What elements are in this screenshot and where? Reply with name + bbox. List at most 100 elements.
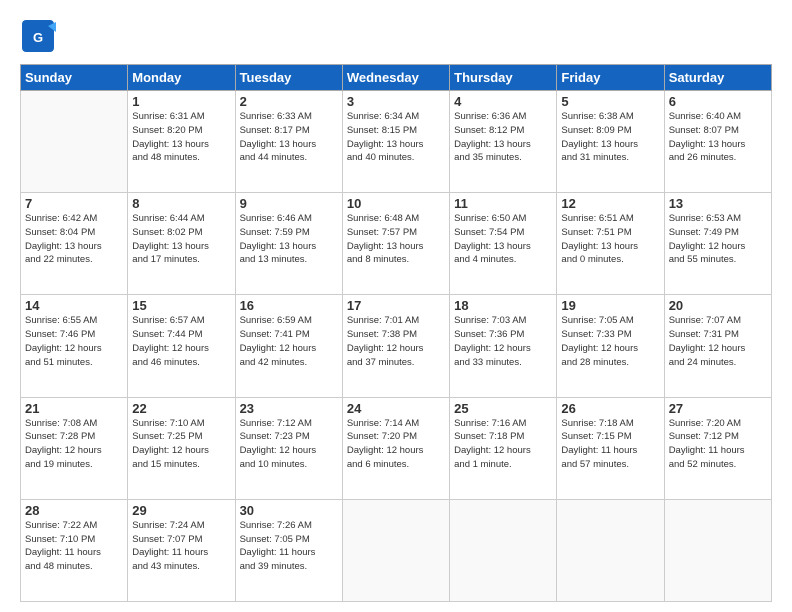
day-cell: 12Sunrise: 6:51 AM Sunset: 7:51 PM Dayli… <box>557 193 664 295</box>
day-number: 27 <box>669 401 767 416</box>
week-row-5: 28Sunrise: 7:22 AM Sunset: 7:10 PM Dayli… <box>21 499 772 601</box>
calendar: SundayMondayTuesdayWednesdayThursdayFrid… <box>20 64 772 602</box>
weekday-tuesday: Tuesday <box>235 65 342 91</box>
day-cell: 9Sunrise: 6:46 AM Sunset: 7:59 PM Daylig… <box>235 193 342 295</box>
week-row-1: 1Sunrise: 6:31 AM Sunset: 8:20 PM Daylig… <box>21 91 772 193</box>
day-cell: 18Sunrise: 7:03 AM Sunset: 7:36 PM Dayli… <box>450 295 557 397</box>
weekday-thursday: Thursday <box>450 65 557 91</box>
day-info: Sunrise: 7:14 AM Sunset: 7:20 PM Dayligh… <box>347 417 445 472</box>
day-number: 12 <box>561 196 659 211</box>
day-number: 3 <box>347 94 445 109</box>
day-info: Sunrise: 7:08 AM Sunset: 7:28 PM Dayligh… <box>25 417 123 472</box>
day-cell: 6Sunrise: 6:40 AM Sunset: 8:07 PM Daylig… <box>664 91 771 193</box>
day-number: 2 <box>240 94 338 109</box>
day-number: 17 <box>347 298 445 313</box>
day-number: 20 <box>669 298 767 313</box>
day-cell: 11Sunrise: 6:50 AM Sunset: 7:54 PM Dayli… <box>450 193 557 295</box>
day-info: Sunrise: 6:44 AM Sunset: 8:02 PM Dayligh… <box>132 212 230 267</box>
day-number: 21 <box>25 401 123 416</box>
day-info: Sunrise: 6:38 AM Sunset: 8:09 PM Dayligh… <box>561 110 659 165</box>
logo: G <box>20 18 60 54</box>
day-cell: 27Sunrise: 7:20 AM Sunset: 7:12 PM Dayli… <box>664 397 771 499</box>
weekday-saturday: Saturday <box>664 65 771 91</box>
day-cell: 1Sunrise: 6:31 AM Sunset: 8:20 PM Daylig… <box>128 91 235 193</box>
day-info: Sunrise: 6:34 AM Sunset: 8:15 PM Dayligh… <box>347 110 445 165</box>
day-number: 18 <box>454 298 552 313</box>
day-cell: 17Sunrise: 7:01 AM Sunset: 7:38 PM Dayli… <box>342 295 449 397</box>
day-info: Sunrise: 7:03 AM Sunset: 7:36 PM Dayligh… <box>454 314 552 369</box>
svg-text:G: G <box>33 30 43 45</box>
day-info: Sunrise: 7:01 AM Sunset: 7:38 PM Dayligh… <box>347 314 445 369</box>
day-info: Sunrise: 6:51 AM Sunset: 7:51 PM Dayligh… <box>561 212 659 267</box>
day-cell: 10Sunrise: 6:48 AM Sunset: 7:57 PM Dayli… <box>342 193 449 295</box>
day-number: 30 <box>240 503 338 518</box>
day-number: 7 <box>25 196 123 211</box>
weekday-friday: Friday <box>557 65 664 91</box>
day-cell: 15Sunrise: 6:57 AM Sunset: 7:44 PM Dayli… <box>128 295 235 397</box>
day-cell: 2Sunrise: 6:33 AM Sunset: 8:17 PM Daylig… <box>235 91 342 193</box>
day-info: Sunrise: 7:12 AM Sunset: 7:23 PM Dayligh… <box>240 417 338 472</box>
day-number: 8 <box>132 196 230 211</box>
day-info: Sunrise: 6:55 AM Sunset: 7:46 PM Dayligh… <box>25 314 123 369</box>
weekday-sunday: Sunday <box>21 65 128 91</box>
day-cell <box>450 499 557 601</box>
day-number: 4 <box>454 94 552 109</box>
day-number: 23 <box>240 401 338 416</box>
day-cell: 29Sunrise: 7:24 AM Sunset: 7:07 PM Dayli… <box>128 499 235 601</box>
week-row-3: 14Sunrise: 6:55 AM Sunset: 7:46 PM Dayli… <box>21 295 772 397</box>
day-info: Sunrise: 7:26 AM Sunset: 7:05 PM Dayligh… <box>240 519 338 574</box>
day-info: Sunrise: 7:18 AM Sunset: 7:15 PM Dayligh… <box>561 417 659 472</box>
day-info: Sunrise: 6:57 AM Sunset: 7:44 PM Dayligh… <box>132 314 230 369</box>
day-info: Sunrise: 7:22 AM Sunset: 7:10 PM Dayligh… <box>25 519 123 574</box>
day-number: 1 <box>132 94 230 109</box>
day-info: Sunrise: 6:36 AM Sunset: 8:12 PM Dayligh… <box>454 110 552 165</box>
day-number: 29 <box>132 503 230 518</box>
day-number: 10 <box>347 196 445 211</box>
day-info: Sunrise: 6:48 AM Sunset: 7:57 PM Dayligh… <box>347 212 445 267</box>
day-cell: 7Sunrise: 6:42 AM Sunset: 8:04 PM Daylig… <box>21 193 128 295</box>
day-number: 15 <box>132 298 230 313</box>
day-info: Sunrise: 7:16 AM Sunset: 7:18 PM Dayligh… <box>454 417 552 472</box>
day-number: 25 <box>454 401 552 416</box>
day-cell: 3Sunrise: 6:34 AM Sunset: 8:15 PM Daylig… <box>342 91 449 193</box>
day-cell: 20Sunrise: 7:07 AM Sunset: 7:31 PM Dayli… <box>664 295 771 397</box>
day-info: Sunrise: 6:40 AM Sunset: 8:07 PM Dayligh… <box>669 110 767 165</box>
day-cell: 4Sunrise: 6:36 AM Sunset: 8:12 PM Daylig… <box>450 91 557 193</box>
day-number: 28 <box>25 503 123 518</box>
day-info: Sunrise: 7:07 AM Sunset: 7:31 PM Dayligh… <box>669 314 767 369</box>
weekday-header-row: SundayMondayTuesdayWednesdayThursdayFrid… <box>21 65 772 91</box>
day-number: 26 <box>561 401 659 416</box>
day-cell: 25Sunrise: 7:16 AM Sunset: 7:18 PM Dayli… <box>450 397 557 499</box>
day-number: 13 <box>669 196 767 211</box>
day-cell: 13Sunrise: 6:53 AM Sunset: 7:49 PM Dayli… <box>664 193 771 295</box>
day-cell <box>21 91 128 193</box>
day-cell: 28Sunrise: 7:22 AM Sunset: 7:10 PM Dayli… <box>21 499 128 601</box>
header: G <box>20 18 772 54</box>
day-info: Sunrise: 7:05 AM Sunset: 7:33 PM Dayligh… <box>561 314 659 369</box>
day-cell: 16Sunrise: 6:59 AM Sunset: 7:41 PM Dayli… <box>235 295 342 397</box>
day-info: Sunrise: 7:24 AM Sunset: 7:07 PM Dayligh… <box>132 519 230 574</box>
day-number: 6 <box>669 94 767 109</box>
day-number: 24 <box>347 401 445 416</box>
day-info: Sunrise: 6:31 AM Sunset: 8:20 PM Dayligh… <box>132 110 230 165</box>
day-number: 19 <box>561 298 659 313</box>
day-info: Sunrise: 6:59 AM Sunset: 7:41 PM Dayligh… <box>240 314 338 369</box>
week-row-2: 7Sunrise: 6:42 AM Sunset: 8:04 PM Daylig… <box>21 193 772 295</box>
week-row-4: 21Sunrise: 7:08 AM Sunset: 7:28 PM Dayli… <box>21 397 772 499</box>
day-number: 5 <box>561 94 659 109</box>
day-info: Sunrise: 7:20 AM Sunset: 7:12 PM Dayligh… <box>669 417 767 472</box>
day-cell: 26Sunrise: 7:18 AM Sunset: 7:15 PM Dayli… <box>557 397 664 499</box>
day-cell <box>557 499 664 601</box>
day-number: 9 <box>240 196 338 211</box>
logo-icon: G <box>20 18 56 54</box>
day-info: Sunrise: 6:53 AM Sunset: 7:49 PM Dayligh… <box>669 212 767 267</box>
day-info: Sunrise: 6:50 AM Sunset: 7:54 PM Dayligh… <box>454 212 552 267</box>
day-cell <box>664 499 771 601</box>
weekday-monday: Monday <box>128 65 235 91</box>
day-info: Sunrise: 6:42 AM Sunset: 8:04 PM Dayligh… <box>25 212 123 267</box>
day-number: 14 <box>25 298 123 313</box>
day-number: 22 <box>132 401 230 416</box>
day-cell: 21Sunrise: 7:08 AM Sunset: 7:28 PM Dayli… <box>21 397 128 499</box>
day-cell: 24Sunrise: 7:14 AM Sunset: 7:20 PM Dayli… <box>342 397 449 499</box>
day-cell: 23Sunrise: 7:12 AM Sunset: 7:23 PM Dayli… <box>235 397 342 499</box>
